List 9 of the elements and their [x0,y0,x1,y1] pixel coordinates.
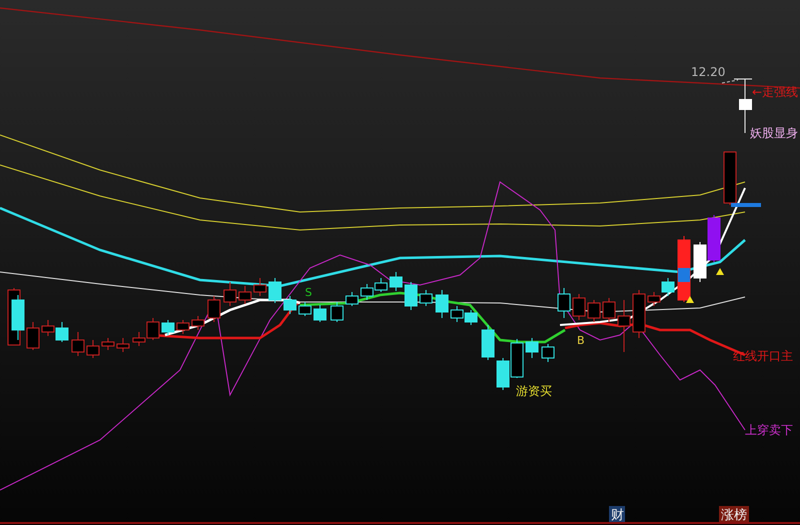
signal-label: S [305,286,312,299]
footer-tab[interactable]: 财 [609,506,625,523]
chart-annotation: 游资买 [516,384,552,398]
price-label: 12.20 [691,65,726,79]
chart-annotation: 妖股显身 [750,126,798,140]
signal-label: B [577,334,585,347]
footer-tab[interactable]: 涨榜 [719,506,749,523]
chart-annotation: ←走强线 [752,85,798,99]
chart-annotation: 上穿卖下 [745,423,793,437]
